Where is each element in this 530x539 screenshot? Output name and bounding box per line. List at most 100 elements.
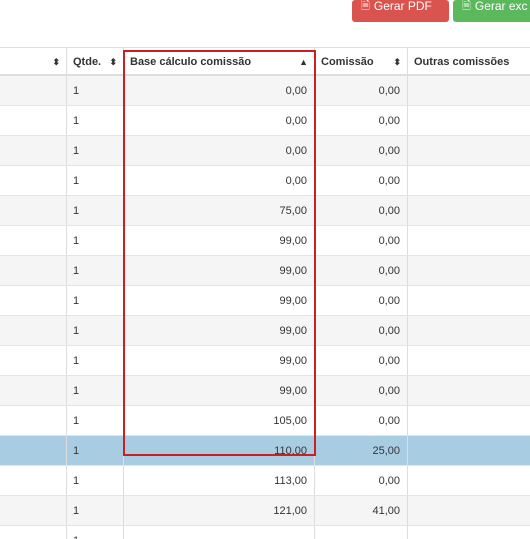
cell-qtde: 1: [67, 166, 124, 195]
cell-hidden: [0, 256, 67, 285]
cell-hidden: [0, 106, 67, 135]
cell-qtde: 1: [67, 106, 124, 135]
cell-base-calculo: [124, 526, 315, 539]
cell-outras-comissoes: [408, 406, 530, 435]
cell-qtde: 1: [67, 316, 124, 345]
generate-excel-button[interactable]: 🗎 Gerar exc: [453, 0, 530, 22]
cell-comissao: 25,00: [315, 436, 408, 465]
column-header-label: Comissão: [321, 56, 374, 68]
table-row[interactable]: 1 0,00 0,00: [0, 166, 530, 196]
cell-outras-comissoes: [408, 466, 530, 495]
cell-outras-comissoes: [408, 496, 530, 525]
cell-base-calculo: 0,00: [124, 76, 315, 105]
cell-outras-comissoes: [408, 436, 530, 465]
cell-outras-comissoes: [408, 196, 530, 225]
table-row[interactable]: 1 99,00 0,00: [0, 256, 530, 286]
table-row[interactable]: 1 75,00 0,00: [0, 196, 530, 226]
cell-hidden: [0, 286, 67, 315]
cell-hidden: [0, 76, 67, 105]
cell-base-calculo: 105,00: [124, 406, 315, 435]
cell-qtde: 1: [67, 76, 124, 105]
cell-base-calculo: 99,00: [124, 376, 315, 405]
cell-outras-comissoes: [408, 316, 530, 345]
generate-pdf-button[interactable]: 🗎 Gerar PDF: [352, 0, 449, 22]
table-row[interactable]: 1: [0, 526, 530, 539]
cell-outras-comissoes: [408, 256, 530, 285]
column-header-outras-comissoes[interactable]: Outras comissões: [408, 48, 530, 74]
cell-hidden: [0, 346, 67, 375]
cell-qtde: 1: [67, 286, 124, 315]
cell-qtde: 1: [67, 466, 124, 495]
column-header-base-calculo[interactable]: Base cálculo comissão ▲: [124, 48, 315, 74]
cell-comissao: 0,00: [315, 286, 408, 315]
table-row[interactable]: 1 0,00 0,00: [0, 76, 530, 106]
cell-hidden: [0, 496, 67, 525]
cell-outras-comissoes: [408, 286, 530, 315]
table-row[interactable]: 1 99,00 0,00: [0, 226, 530, 256]
column-header-label: Qtde.: [73, 56, 102, 68]
cell-comissao: 0,00: [315, 466, 408, 495]
cell-base-calculo: 0,00: [124, 166, 315, 195]
cell-qtde: 1: [67, 256, 124, 285]
sort-both-icon[interactable]: ⬍: [109, 48, 117, 77]
table-header: ⬍ Qtde. ⬍ Base cálculo comissão ▲ Comiss…: [0, 47, 530, 76]
cell-hidden: [0, 316, 67, 345]
cell-hidden: [0, 166, 67, 195]
cell-comissao: 0,00: [315, 376, 408, 405]
generate-excel-label: Gerar exc: [474, 0, 528, 13]
sort-both-icon[interactable]: ⬍: [52, 48, 60, 77]
generate-pdf-label: Gerar PDF: [373, 0, 432, 13]
column-header-comissao[interactable]: Comissão ⬍: [315, 48, 408, 74]
column-header-hidden[interactable]: ⬍: [0, 48, 67, 74]
cell-qtde: 1: [67, 136, 124, 165]
cell-comissao: 0,00: [315, 346, 408, 375]
cell-comissao: 0,00: [315, 196, 408, 225]
cell-qtde: 1: [67, 406, 124, 435]
cell-qtde: 1: [67, 436, 124, 465]
cell-outras-comissoes: [408, 166, 530, 195]
cell-comissao: 0,00: [315, 226, 408, 255]
table-row[interactable]: 1 99,00 0,00: [0, 346, 530, 376]
cell-hidden: [0, 226, 67, 255]
table-row[interactable]: 1 121,00 41,00: [0, 496, 530, 526]
cell-qtde: 1: [67, 226, 124, 255]
cell-comissao: 0,00: [315, 316, 408, 345]
cell-base-calculo: 0,00: [124, 106, 315, 135]
column-header-label: Outras comissões: [414, 56, 510, 68]
cell-base-calculo: 99,00: [124, 346, 315, 375]
cell-outras-comissoes: [408, 136, 530, 165]
column-header-qtde[interactable]: Qtde. ⬍: [67, 48, 124, 74]
table-row[interactable]: 1 110,00 25,00: [0, 436, 530, 466]
cell-hidden: [0, 526, 67, 539]
cell-base-calculo: 0,00: [124, 136, 315, 165]
cell-outras-comissoes: [408, 376, 530, 405]
column-header-label: Base cálculo comissão: [130, 56, 252, 68]
sort-ascending-icon[interactable]: ▲: [299, 48, 308, 77]
table-row[interactable]: 1 0,00 0,00: [0, 136, 530, 166]
cell-outras-comissoes: [408, 346, 530, 375]
cell-qtde: 1: [67, 346, 124, 375]
table-row[interactable]: 1 99,00 0,00: [0, 286, 530, 316]
table-row[interactable]: 1 105,00 0,00: [0, 406, 530, 436]
cell-hidden: [0, 436, 67, 465]
table-row[interactable]: 1 0,00 0,00: [0, 106, 530, 136]
cell-base-calculo: 121,00: [124, 496, 315, 525]
cell-base-calculo: 110,00: [124, 436, 315, 465]
table-body: 1 0,00 0,00 1 0,00 0,00 1 0,00 0,00 1 0,00 0,00 1 75,…: [0, 76, 530, 539]
cell-base-calculo: 99,00: [124, 316, 315, 345]
cell-base-calculo: 113,00: [124, 466, 315, 495]
cell-hidden: [0, 196, 67, 225]
cell-comissao: [315, 526, 408, 539]
cell-outras-comissoes: [408, 226, 530, 255]
cell-outras-comissoes: [408, 106, 530, 135]
cell-qtde: 1: [67, 526, 124, 539]
table-row[interactable]: 1 113,00 0,00: [0, 466, 530, 496]
cell-comissao: 0,00: [315, 106, 408, 135]
sort-both-icon[interactable]: ⬍: [393, 48, 401, 77]
cell-hidden: [0, 136, 67, 165]
cell-base-calculo: 99,00: [124, 256, 315, 285]
cell-hidden: [0, 406, 67, 435]
cell-comissao: 0,00: [315, 406, 408, 435]
table-row[interactable]: 1 99,00 0,00: [0, 316, 530, 346]
table-row[interactable]: 1 99,00 0,00: [0, 376, 530, 406]
